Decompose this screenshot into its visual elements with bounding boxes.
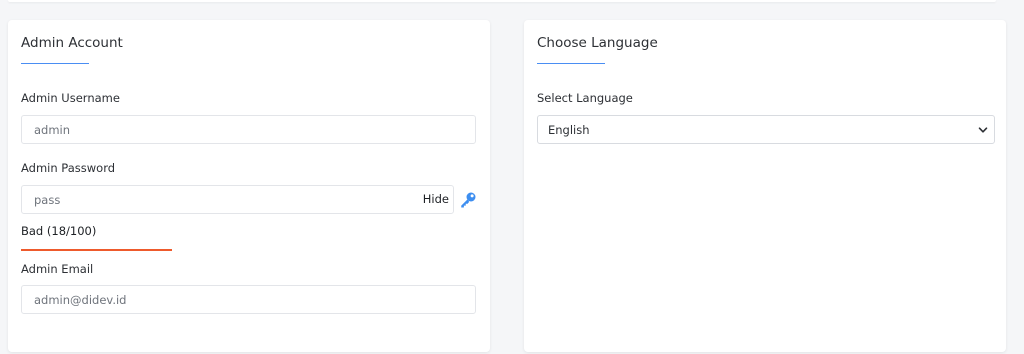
top-card-edge — [8, 0, 996, 2]
admin-account-card: Admin Account Admin Username Admin Passw… — [8, 20, 490, 352]
choose-language-title-underline — [537, 63, 605, 64]
hide-password-toggle[interactable]: Hide — [423, 192, 449, 206]
language-select[interactable]: English — [537, 115, 995, 144]
password-strength-meter — [21, 249, 172, 251]
choose-language-title: Choose Language — [537, 35, 658, 51]
password-strength-text: Bad (18/100) — [21, 224, 97, 238]
admin-account-title-underline — [21, 63, 89, 64]
admin-username-input[interactable] — [21, 115, 476, 144]
password-strength-fill — [21, 249, 172, 251]
language-select-value: English — [548, 123, 590, 137]
admin-password-field: Hide — [21, 185, 454, 214]
chevron-down-icon — [978, 127, 988, 133]
admin-email-label: Admin Email — [21, 262, 94, 276]
select-language-label: Select Language — [537, 91, 633, 105]
admin-account-title: Admin Account — [21, 35, 123, 51]
admin-password-input[interactable] — [22, 186, 412, 213]
admin-email-input[interactable] — [21, 285, 476, 314]
admin-username-label: Admin Username — [21, 91, 120, 105]
key-icon[interactable] — [459, 191, 477, 209]
choose-language-card: Choose Language Select Language English — [524, 20, 1006, 352]
admin-password-label: Admin Password — [21, 161, 116, 175]
